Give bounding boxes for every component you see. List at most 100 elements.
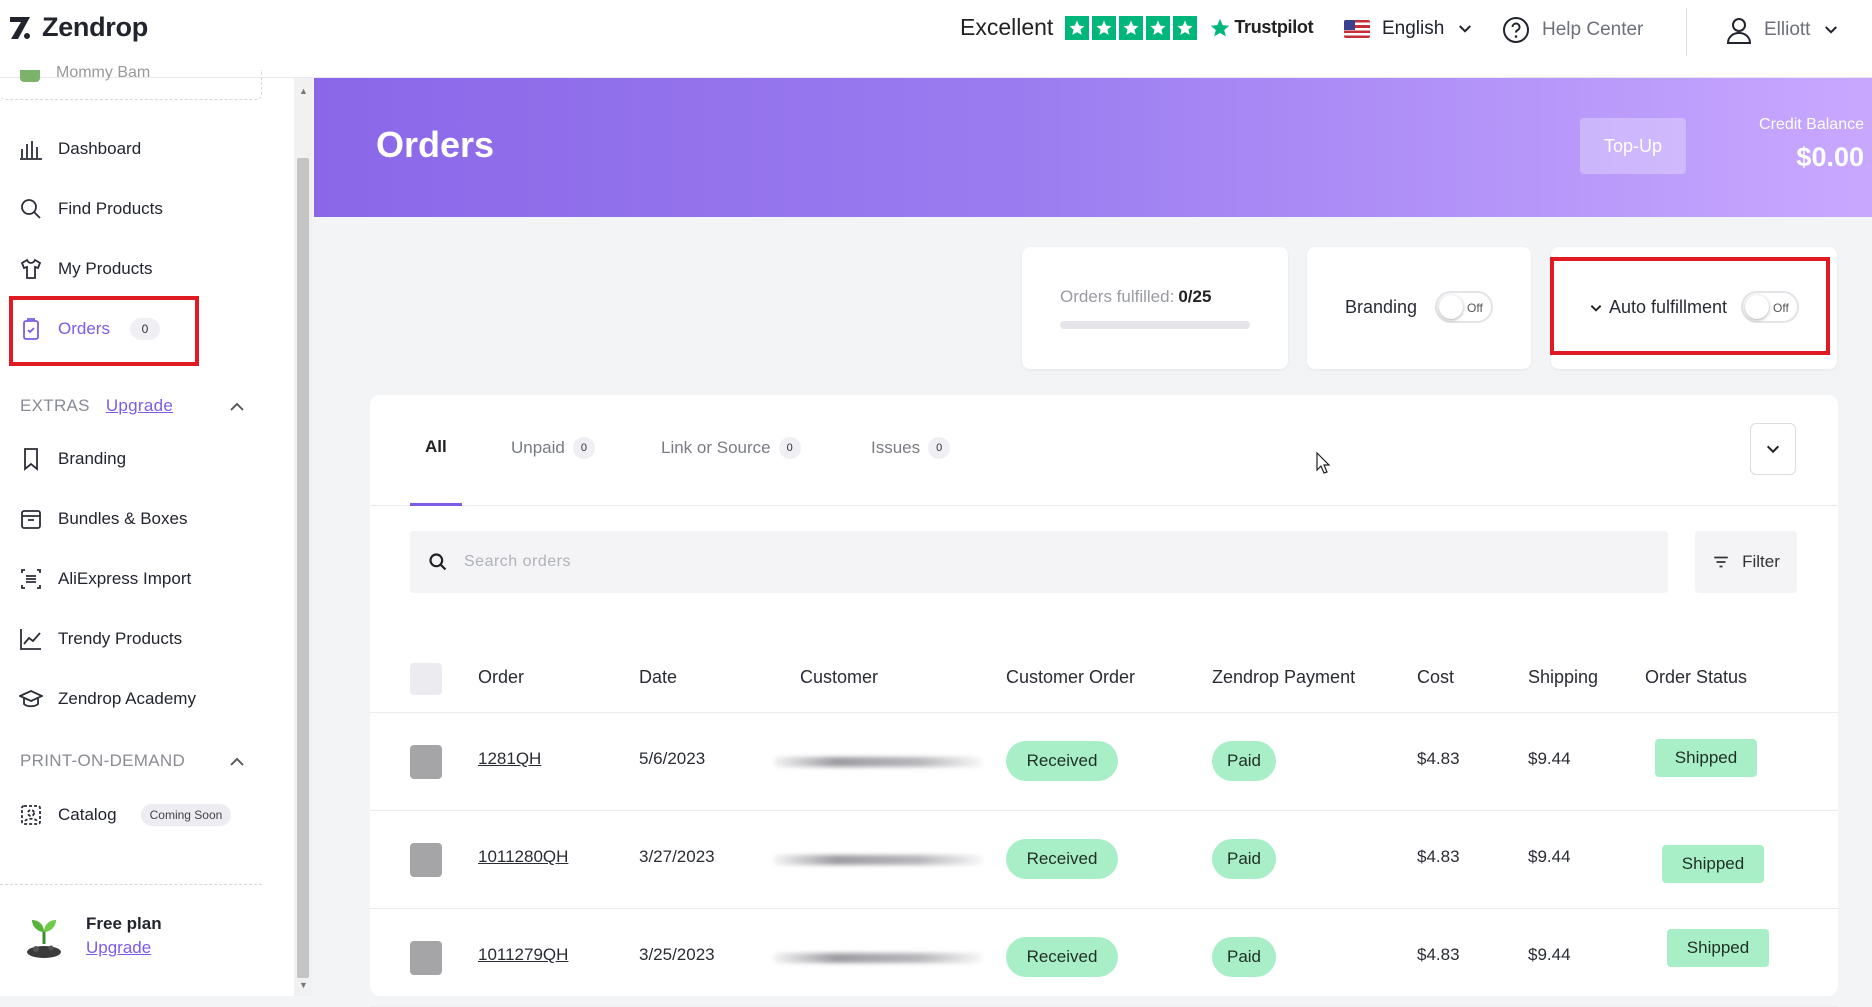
chevron-up-icon[interactable] [228, 398, 246, 416]
tab-link-or-source[interactable]: Link or Source 0 [661, 437, 801, 459]
store-selector[interactable]: Mommy Bam [0, 64, 262, 100]
row-checkbox[interactable] [410, 745, 442, 779]
help-center-label: Help Center [1542, 19, 1644, 40]
status-badge: Shipped [1662, 845, 1764, 883]
sidebar-item-trendy-products[interactable]: Trendy Products [18, 626, 182, 652]
table-row[interactable]: 1281QH 5/6/2023 Received Paid $4.83 $9.4… [370, 713, 1838, 811]
orders-banner: Orders Top-Up Credit Balance $0.00 [314, 78, 1872, 217]
order-date: 5/6/2023 [639, 749, 706, 768]
table-row[interactable]: 1011279QH 3/25/2023 Received Paid $4.83 … [370, 909, 1838, 1007]
filter-button[interactable]: Filter [1695, 531, 1797, 593]
sidebar-item-dashboard[interactable]: Dashboard [18, 136, 141, 162]
extras-section-header: EXTRAS Upgrade [20, 396, 173, 416]
tab-unpaid[interactable]: Unpaid 0 [511, 437, 595, 459]
fulfilled-label-text: Orders fulfilled: [1060, 287, 1175, 306]
status-badge: Shipped [1667, 929, 1769, 967]
help-center-link[interactable]: Help Center [1502, 16, 1643, 44]
status-badge: Shipped [1655, 739, 1757, 777]
order-cost: $4.83 [1417, 847, 1460, 866]
search-input[interactable] [464, 553, 1364, 571]
plan-upgrade-link[interactable]: Upgrade [86, 938, 162, 958]
sidebar-divider [0, 884, 262, 885]
branding-toggle[interactable]: Off [1435, 291, 1493, 323]
order-shipping: $9.44 [1528, 847, 1571, 866]
sidebar-item-label: Bundles & Boxes [58, 509, 188, 528]
table-row[interactable]: 1011280QH 3/27/2023 Received Paid $4.83 … [370, 811, 1838, 909]
sidebar-item-label: My Products [58, 259, 153, 278]
customer-order-badge: Received [1006, 937, 1118, 977]
order-number[interactable]: 1281QH [478, 749, 541, 769]
coming-soon-badge: Coming Soon [140, 804, 232, 826]
tab-label: Unpaid [511, 438, 565, 457]
plan-title: Free plan [86, 914, 162, 933]
tabs-divider [370, 505, 1838, 506]
chevron-down-icon [1766, 445, 1780, 454]
order-number[interactable]: 1011280QH [478, 847, 568, 867]
sidebar-item-catalog[interactable]: Catalog Coming Soon [18, 802, 232, 828]
branding-card: Branding Off [1307, 247, 1531, 369]
chevron-up-icon[interactable] [228, 753, 246, 771]
rating-stars [1065, 15, 1198, 40]
chevron-down-icon [1459, 25, 1472, 33]
zendrop-logo[interactable]: Zendrop [8, 12, 148, 43]
scroll-down-arrow-icon[interactable]: ▼ [299, 980, 308, 990]
sidebar-item-find-products[interactable]: Find Products [18, 196, 163, 222]
tab-issues[interactable]: Issues 0 [871, 437, 951, 459]
sidebar-scrollbar[interactable]: ▲ ▼ [294, 78, 312, 996]
sidebar-item-bundles[interactable]: Bundles & Boxes [18, 506, 187, 532]
sidebar-item-label: AliExpress Import [58, 569, 192, 588]
payment-badge: Paid [1212, 839, 1276, 879]
column-header[interactable]: Cost [1417, 667, 1454, 688]
orders-fulfilled-label: Orders fulfilled: 0/25 [1060, 287, 1211, 307]
box-icon [18, 506, 44, 532]
sidebar-item-label: Branding [58, 449, 127, 468]
logo-text: Zendrop [42, 12, 148, 42]
customer-name-redacted [773, 855, 983, 865]
user-icon [1726, 18, 1752, 44]
row-checkbox[interactable] [410, 843, 442, 877]
column-header[interactable]: Customer Order [1006, 667, 1135, 688]
tab-all[interactable]: All [425, 437, 447, 457]
column-header[interactable]: Order [478, 667, 524, 688]
order-link[interactable]: 1011280QH [478, 847, 568, 866]
sidebar-item-branding[interactable]: Branding [18, 446, 126, 472]
sidebar-item-academy[interactable]: Zendrop Academy [18, 686, 196, 712]
column-header[interactable]: Shipping [1528, 667, 1598, 688]
extras-upgrade-link[interactable]: Upgrade [106, 396, 173, 415]
trend-icon [18, 626, 44, 652]
language-label: English [1382, 18, 1445, 39]
fulfilled-progress-bar [1060, 321, 1250, 329]
scrollbar-thumb[interactable] [297, 158, 309, 978]
rating-word: Excellent [960, 14, 1054, 40]
column-header[interactable]: Date [639, 667, 677, 688]
topbar-divider [1686, 8, 1687, 56]
table-header: Order Date Customer Customer Order Zendr… [370, 643, 1838, 713]
tab-count: 0 [778, 437, 801, 459]
help-icon [1503, 17, 1529, 43]
order-link[interactable]: 1011279QH [478, 945, 568, 964]
highlight-box [1550, 257, 1830, 355]
row-checkbox[interactable] [410, 941, 442, 975]
select-all-checkbox[interactable] [410, 663, 442, 695]
active-tab-indicator [410, 503, 462, 506]
language-selector[interactable]: English [1344, 18, 1474, 40]
trustpilot-brand: Trustpilot [1209, 17, 1314, 39]
orders-panel: All Unpaid 0 Link or Source 0 Issues 0 F… [370, 395, 1838, 1007]
top-up-button[interactable]: Top-Up [1580, 118, 1686, 174]
order-shipping: $9.44 [1528, 749, 1571, 768]
column-header[interactable]: Order Status [1645, 667, 1747, 688]
scroll-up-arrow-icon[interactable]: ▲ [299, 86, 308, 96]
sidebar-item-label: Find Products [58, 199, 163, 218]
pod-heading: PRINT-ON-DEMAND [20, 751, 186, 770]
orders-fulfilled-card: Orders fulfilled: 0/25 [1022, 247, 1288, 369]
order-link[interactable]: 1281QH [478, 749, 541, 768]
tabs-dropdown-button[interactable] [1750, 423, 1796, 475]
us-flag-icon [1344, 20, 1370, 38]
user-menu[interactable]: Elliott [1726, 16, 1840, 44]
trustpilot-rating[interactable]: Excellent Trustpilot [960, 14, 1314, 41]
column-header[interactable]: Zendrop Payment [1212, 667, 1355, 688]
sidebar-item-aliexpress-import[interactable]: AliExpress Import [18, 566, 191, 592]
sidebar-item-my-products[interactable]: My Products [18, 256, 152, 282]
column-header[interactable]: Customer [800, 667, 878, 688]
order-number[interactable]: 1011279QH [478, 945, 568, 965]
